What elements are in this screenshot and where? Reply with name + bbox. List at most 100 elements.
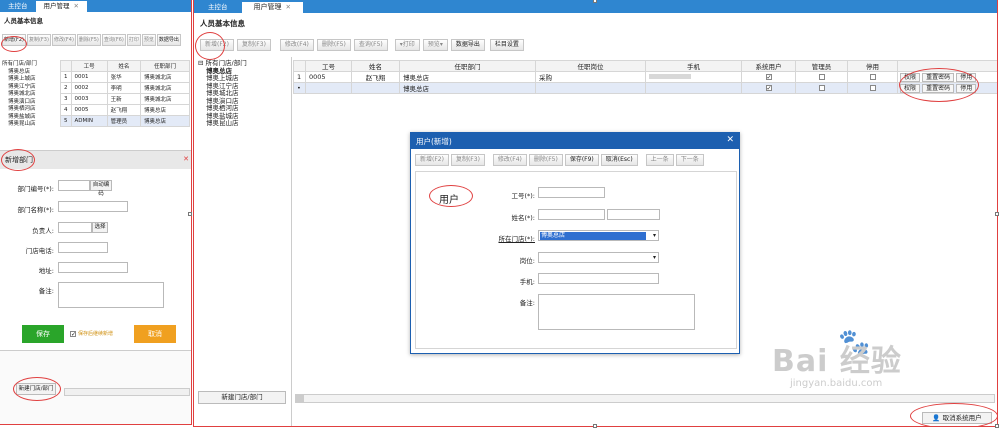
export-button[interactable]: 数据导出 (450, 39, 485, 51)
table-row[interactable]: • 博奥总店 权限 重置密码 停用 (293, 82, 997, 94)
dept-code-input[interactable] (58, 180, 90, 191)
delete-button[interactable]: 删除(F5) (316, 39, 351, 51)
left-tree-item[interactable]: 博奥盐城店 (2, 114, 60, 122)
name-input[interactable] (538, 209, 605, 220)
table-header-row: 工号 姓名 任职部门 任职岗位 手机 系统用户 管理员 停用 (293, 60, 997, 72)
query-button[interactable]: 查询(F5) (353, 39, 388, 51)
tab-console[interactable]: 主控台 (194, 2, 242, 13)
disabled-checkbox[interactable] (869, 74, 876, 80)
left-tree-item[interactable]: 博奥江宁店 (2, 84, 60, 92)
page-title: 人员基本信息 (200, 19, 245, 28)
table-row[interactable]: 3 0003 王新 博奥城北店 (60, 93, 190, 105)
table-row[interactable]: 5 ADMIN 管理员 博奥总店 (60, 115, 190, 127)
print-button[interactable]: ▾打印 (394, 39, 420, 51)
close-icon[interactable]: ✕ (183, 155, 189, 163)
left-query-button[interactable]: 查询(F6) (101, 34, 126, 46)
dlg-save-button[interactable]: 保存(F9) (564, 154, 599, 166)
tree-item[interactable]: 博奥昆山店 (198, 119, 287, 128)
dlg-delete-button[interactable]: 删除(F5) (528, 154, 563, 166)
resize-handle[interactable] (995, 424, 999, 428)
table-row[interactable]: 1 0001 张华 博奥城北店 (60, 71, 190, 83)
left-add-button[interactable]: 新增(F2) (2, 34, 26, 46)
add-button[interactable]: 新增(F2) (200, 39, 234, 51)
dept-name-input[interactable] (58, 201, 128, 212)
resize-handle[interactable] (188, 212, 192, 216)
note-textarea[interactable] (538, 294, 695, 330)
select-manager-button[interactable]: 选择 (92, 222, 108, 233)
permission-button[interactable]: 权限 (900, 72, 921, 82)
left-new-store-button[interactable]: 新建门店/部门 (16, 383, 56, 395)
cell (795, 71, 848, 83)
next-record-button[interactable]: 下一条 (675, 154, 704, 166)
close-icon[interactable]: ✕ (74, 2, 79, 10)
cancel-sys-user-button[interactable]: 👤 取消系统用户 (922, 412, 992, 424)
copy-button[interactable]: 复制(F3) (236, 39, 271, 51)
reset-password-button[interactable]: 重置密码 (922, 72, 955, 82)
store-select[interactable]: 博奥总店 ▾ (538, 230, 659, 241)
dlg-cancel-button[interactable]: 取消(Esc) (600, 154, 638, 166)
resize-handle[interactable] (593, 0, 597, 3)
address-input[interactable] (58, 262, 128, 273)
col-header: 任职部门 (140, 60, 190, 72)
manager-input[interactable] (58, 222, 92, 233)
table-row[interactable]: 1 0005 赵飞翔 博奥总店 采购 权限 重置密码 停用 (293, 71, 997, 83)
dlg-add-button[interactable]: 新增(F2) (415, 154, 449, 166)
left-print-button[interactable]: 打印 (126, 34, 141, 46)
name-extra-input[interactable] (607, 209, 660, 220)
left-edit-button[interactable]: 修改(F4) (51, 34, 76, 46)
phone-input[interactable] (538, 273, 659, 284)
note-textarea[interactable] (58, 282, 164, 308)
cell (847, 71, 898, 83)
continue-add-checkbox[interactable] (70, 330, 76, 338)
disable-button[interactable]: 停用 (956, 83, 977, 93)
post-select[interactable]: ▾ (538, 252, 659, 263)
left-export-button[interactable]: 数据导出 (156, 34, 181, 46)
preview-button[interactable]: 预览▾ (422, 39, 448, 51)
left-tree-item[interactable]: 博奥上城店 (2, 76, 60, 84)
edit-button[interactable]: 修改(F4) (279, 39, 314, 51)
column-settings-button[interactable]: 栏目设置 (489, 39, 524, 51)
code-input[interactable] (538, 187, 605, 198)
sys-user-checkbox[interactable] (765, 85, 772, 91)
reset-password-button[interactable]: 重置密码 (922, 83, 955, 93)
left-delete-button[interactable]: 删除(F5) (76, 34, 101, 46)
cell-actions: 权限 重置密码 停用 (897, 71, 997, 83)
permission-button[interactable]: 权限 (900, 83, 921, 93)
table-row[interactable]: 4 0005 赵飞翔 博奥总店 (60, 104, 190, 116)
prev-record-button[interactable]: 上一条 (645, 154, 674, 166)
close-icon[interactable]: ✕ (726, 135, 734, 145)
left-tree-item[interactable]: 博奥演口店 (2, 99, 60, 107)
dlg-edit-button[interactable]: 修改(F4) (492, 154, 527, 166)
left-tree-item[interactable]: 博奥栖河店 (2, 106, 60, 114)
left-tree-item[interactable]: 博奥昆山店 (2, 121, 60, 129)
tab-user-mgmt[interactable]: 用户管理 ✕ (241, 2, 303, 13)
dlg-copy-button[interactable]: 复制(F3) (450, 154, 485, 166)
tree-root-label: 所有门店/部门 (205, 59, 247, 67)
admin-checkbox[interactable] (818, 85, 825, 91)
admin-checkbox[interactable] (818, 74, 825, 80)
auto-code-button[interactable]: 自动编码 (90, 180, 112, 197)
disable-button[interactable]: 停用 (956, 72, 977, 82)
store-phone-input[interactable] (58, 242, 108, 253)
name-label: 姓名(*): (511, 214, 535, 222)
resize-handle[interactable] (593, 424, 597, 428)
cancel-button[interactable]: 取消 (134, 325, 176, 343)
left-tab-user-mgmt[interactable]: 用户管理 ✕ (35, 1, 87, 12)
resize-handle[interactable] (995, 212, 999, 216)
left-tree-root[interactable]: 所有门店/部门 (2, 61, 60, 69)
disabled-checkbox[interactable] (869, 85, 876, 91)
new-store-button[interactable]: 新建门店/部门 (198, 391, 286, 404)
left-scrollbar[interactable] (64, 388, 190, 396)
left-tree-item[interactable]: 博奥城北店 (2, 91, 60, 99)
sys-user-checkbox[interactable] (765, 74, 772, 80)
save-button[interactable]: 保存 (22, 325, 64, 343)
left-copy-button[interactable]: 复制(F3) (26, 34, 51, 46)
cell (795, 82, 848, 94)
left-tree-item[interactable]: 博奥总店 (2, 69, 60, 77)
left-preview-button[interactable]: 预览 (141, 34, 156, 46)
main-toolbar: 新增(F2) 复制(F3) 修改(F4) 删除(F5) 查询(F5) ▾打印 预… (196, 39, 528, 51)
scroll-thumb[interactable] (296, 395, 304, 402)
close-icon[interactable]: ✕ (286, 3, 291, 11)
left-tab-console[interactable]: 主控台 (0, 1, 36, 12)
table-row[interactable]: 2 0002 李明 博奥城北店 (60, 82, 190, 94)
